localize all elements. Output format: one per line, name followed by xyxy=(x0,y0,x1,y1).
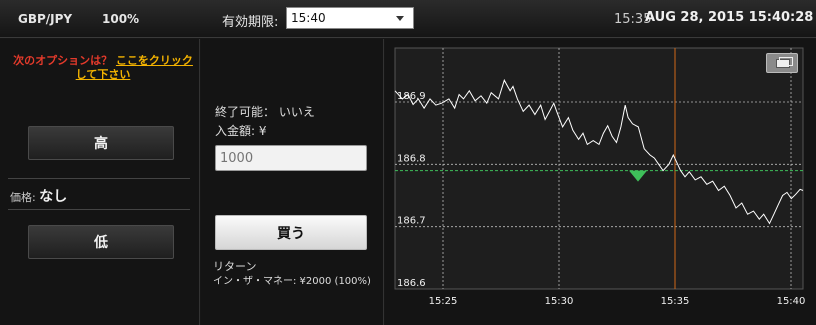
buy-button[interactable]: 買う xyxy=(215,215,367,250)
amount-input[interactable] xyxy=(215,145,367,171)
expiry-select[interactable]: 15:40 xyxy=(286,7,414,29)
x-tick-label: 15:25 xyxy=(429,296,458,307)
return-value: イン・ザ・マネー: ¥2000 (100%) xyxy=(213,276,371,287)
x-tick-label: 15:35 xyxy=(661,296,690,307)
chart-toggle-icon[interactable] xyxy=(766,53,798,73)
y-tick-label: 186.6 xyxy=(397,278,426,289)
notice-text: 次のオプションは？ xyxy=(13,54,113,67)
x-tick-label: 15:40 xyxy=(777,296,806,307)
direction-panel: 次のオプションは？ ここをクリックして下さい 高 価格: なし 低 xyxy=(0,39,200,325)
plot-area xyxy=(394,47,804,290)
server-datetime: AUG 28, 2015 15:40:28 xyxy=(645,10,814,25)
payout-rate: 100% xyxy=(102,12,140,26)
price-row: 価格: なし xyxy=(10,186,67,206)
next-option-notice: 次のオプションは？ ここをクリックして下さい xyxy=(8,54,198,82)
divider xyxy=(8,178,190,179)
divider xyxy=(8,209,190,210)
expiry-label: 有効期限: xyxy=(222,15,279,30)
chevron-down-icon xyxy=(396,16,404,21)
top-bar: GBP/JPY 100% 有効期限: 15:40 15:35 AUG 28, 2… xyxy=(0,0,816,38)
order-panel: 終了可能： いいえ 入金額: ¥ 買う リターン イン・ザ・マネー: ¥2000… xyxy=(201,39,384,325)
price-chart[interactable]: 186.9 186.8 186.7 186.6 15:25 15:30 15:35 15:40 xyxy=(385,39,816,325)
deposit-label: 入金額: ¥ xyxy=(215,124,267,138)
closable-status: 終了可能： いいえ xyxy=(215,105,315,119)
x-tick-label: 15:30 xyxy=(545,296,574,307)
price-value: なし xyxy=(39,189,68,205)
currency-pair: GBP/JPY xyxy=(18,12,73,26)
high-button[interactable]: 高 xyxy=(28,126,174,160)
low-button[interactable]: 低 xyxy=(28,225,174,259)
expiry-value: 15:40 xyxy=(291,11,326,25)
y-tick-label: 186.7 xyxy=(397,216,426,227)
chart-canvas: 186.9186.8186.7186.615:25 15:30 15:35 15:40 xyxy=(394,47,806,307)
price-label: 価格: xyxy=(10,191,36,204)
y-tick-label: 186.8 xyxy=(397,153,426,164)
